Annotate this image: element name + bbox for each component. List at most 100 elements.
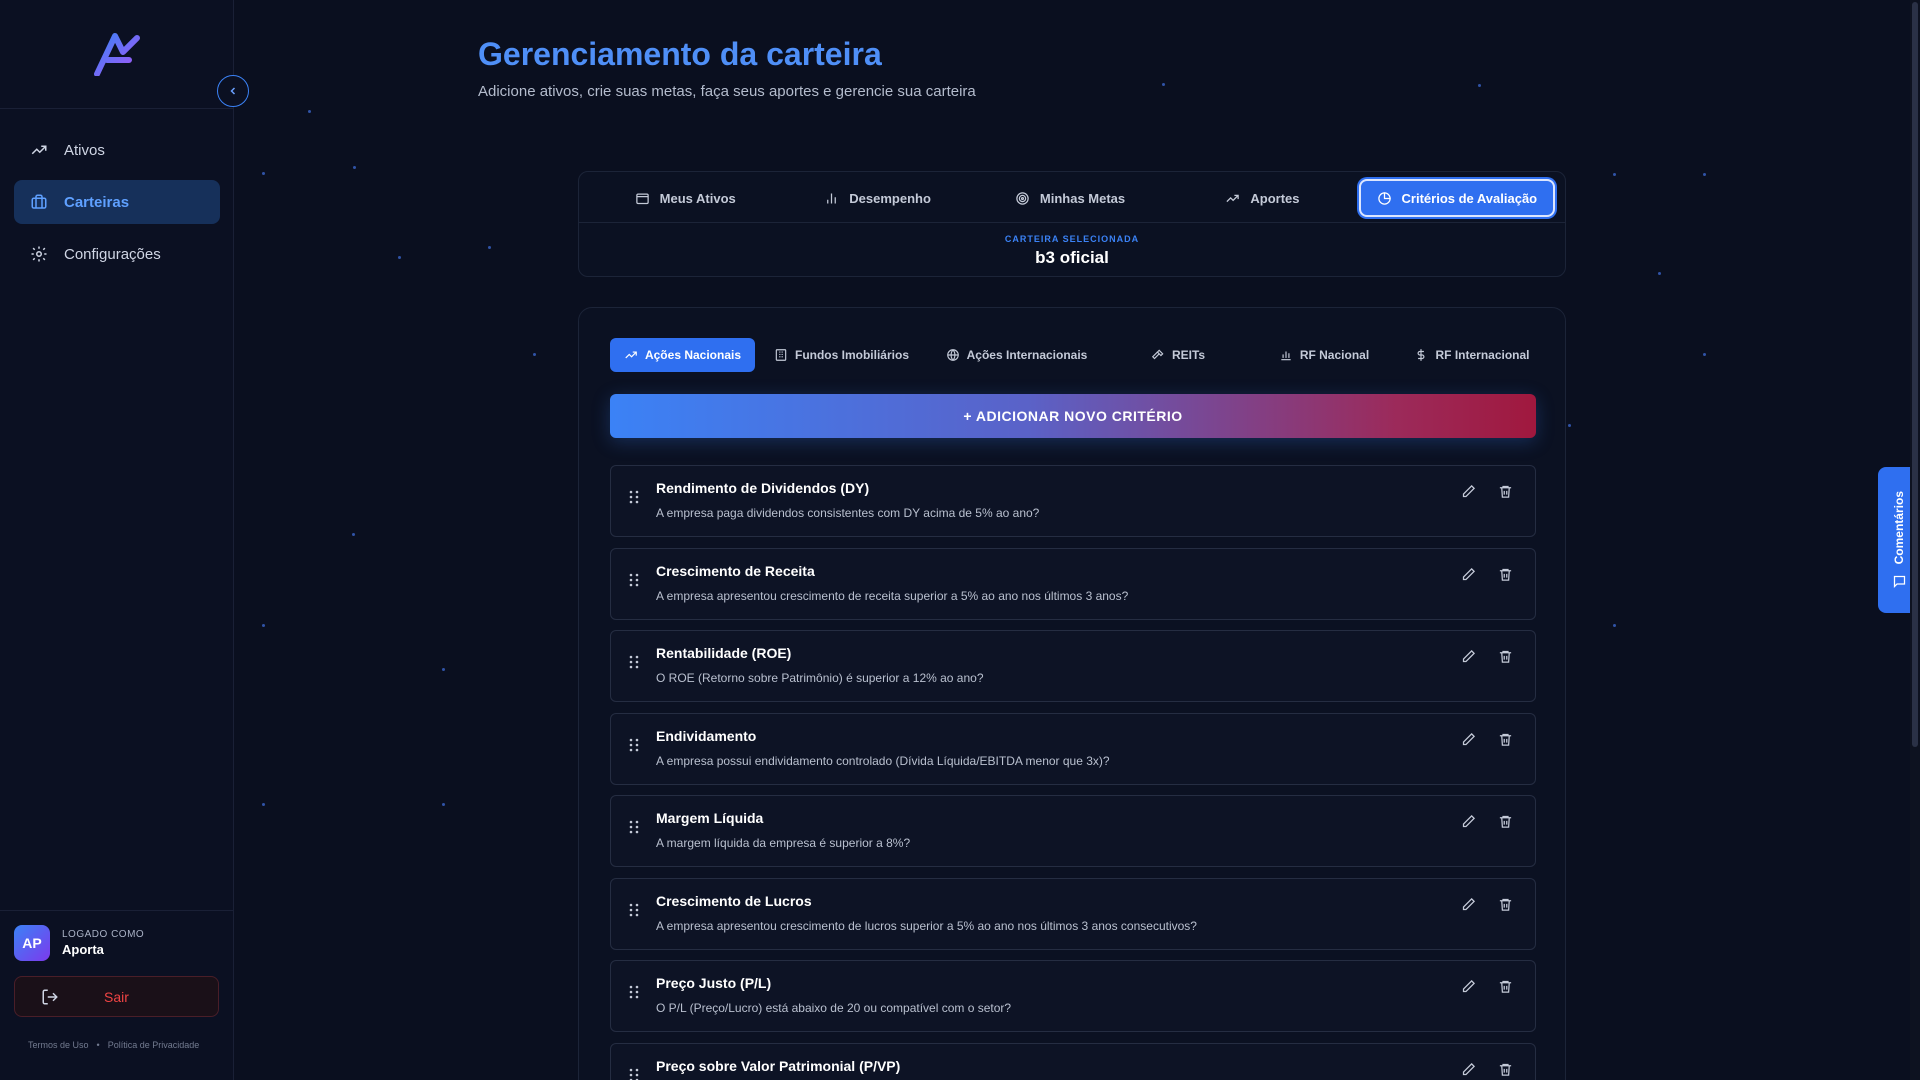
main-tabs: Meus Ativos Desempenho Minhas Metas Apor… xyxy=(589,179,1556,217)
drag-handle-icon[interactable] xyxy=(629,985,639,999)
criterion-title: Crescimento de Receita xyxy=(656,562,815,579)
footer-links: Termos de Uso • Política de Privacidade xyxy=(28,1040,199,1050)
tab-fundos-imobiliarios[interactable]: Fundos Imobiliários xyxy=(755,338,928,372)
collapse-sidebar-button[interactable] xyxy=(217,75,249,107)
page-title: Gerenciamento da carteira xyxy=(478,36,882,72)
selected-portfolio-name: b3 oficial xyxy=(1035,248,1109,267)
edit-icon[interactable] xyxy=(1461,649,1476,664)
criterion-actions xyxy=(1461,732,1513,747)
sidebar-nav: Ativos Carteiras Configurações xyxy=(14,128,220,284)
trending-up-icon xyxy=(625,351,637,359)
tab-rf-nacional[interactable]: RF Nacional xyxy=(1251,338,1397,372)
page-scrollbar[interactable] xyxy=(1910,0,1920,1080)
add-criterion-button[interactable]: + ADICIONAR NOVO CRITÉRIO xyxy=(610,394,1536,438)
drag-handle-icon[interactable] xyxy=(629,655,639,669)
trash-icon[interactable] xyxy=(1498,732,1513,747)
criterion-description: A empresa possui endividamento controlad… xyxy=(656,753,1110,768)
app-logo[interactable] xyxy=(93,32,141,76)
edit-icon[interactable] xyxy=(1461,814,1476,829)
sidebar-item-carteiras[interactable]: Carteiras xyxy=(14,180,220,224)
dollar-icon xyxy=(1418,349,1425,361)
edit-icon[interactable] xyxy=(1461,897,1476,912)
terms-link[interactable]: Termos de Uso xyxy=(28,1040,89,1050)
portfolio-tabs-card: Meus Ativos Desempenho Minhas Metas Apor… xyxy=(578,171,1566,277)
criteria-list: Rendimento de Dividendos (DY) A empresa … xyxy=(610,465,1536,1080)
criterion-actions xyxy=(1461,814,1513,829)
tab-reits[interactable]: REITs xyxy=(1105,338,1251,372)
criterion-actions xyxy=(1461,897,1513,912)
criteria-card: Ações Nacionais Fundos Imobiliários Açõe… xyxy=(578,307,1566,1080)
drag-handle-icon[interactable] xyxy=(629,820,639,834)
tab-label: Minhas Metas xyxy=(1039,190,1126,206)
criterion-title: Rentabilidade (ROE) xyxy=(656,645,792,661)
tab-label: RF Internacional xyxy=(1435,348,1530,362)
tab-label: Meus Ativos xyxy=(659,190,736,206)
criterion-description: O P/L (Preço/Lucro) está abaixo de 20 ou… xyxy=(656,1001,1012,1015)
tab-aportes[interactable]: Aportes xyxy=(1166,179,1358,217)
sidebar-item-ativos[interactable]: Ativos xyxy=(14,128,220,172)
tab-label: Desempenho xyxy=(849,190,931,206)
criterion-description: A empresa apresentou crescimento de rece… xyxy=(656,588,1129,603)
privacy-link[interactable]: Política de Privacidade xyxy=(108,1040,200,1050)
edit-icon[interactable] xyxy=(1461,567,1476,582)
tab-acoes-nacionais[interactable]: Ações Nacionais xyxy=(610,338,755,372)
criterion-item: Crescimento de Receita A empresa apresen… xyxy=(610,547,1536,620)
sidebar-item-label: Carteiras xyxy=(64,193,130,211)
tab-minhas-metas[interactable]: Minhas Metas xyxy=(974,179,1166,217)
message-icon xyxy=(1893,576,1905,589)
trash-icon[interactable] xyxy=(1498,649,1513,664)
criterion-actions xyxy=(1461,1062,1513,1077)
wallet-icon xyxy=(635,193,649,204)
trash-icon[interactable] xyxy=(1498,567,1513,582)
drag-handle-icon[interactable] xyxy=(629,573,639,587)
trending-up-icon xyxy=(1226,194,1240,202)
user-caption: LOGADO COMO xyxy=(62,929,145,940)
criterion-title: Crescimento de Lucros xyxy=(656,892,812,909)
drag-handle-icon[interactable] xyxy=(629,903,639,917)
tab-rf-internacional[interactable]: RF Internacional xyxy=(1397,338,1547,372)
sidebar-item-configuracoes[interactable]: Configurações xyxy=(14,232,220,276)
sidebar: Ativos Carteiras Configurações AP LOGADO… xyxy=(0,0,234,1080)
trash-icon[interactable] xyxy=(1498,484,1513,499)
trash-icon[interactable] xyxy=(1498,897,1513,912)
globe-icon xyxy=(946,349,959,361)
chevron-left-icon xyxy=(230,87,236,95)
tab-desempenho[interactable]: Desempenho xyxy=(781,179,973,217)
criterion-description: A empresa apresentou crescimento de lucr… xyxy=(656,918,1197,933)
category-tabs: Ações Nacionais Fundos Imobiliários Açõe… xyxy=(610,338,1547,372)
bar-chart-icon xyxy=(827,193,837,203)
criterion-title: Endividamento xyxy=(656,727,757,744)
drag-handle-icon[interactable] xyxy=(629,1068,639,1080)
tab-meus-ativos[interactable]: Meus Ativos xyxy=(589,179,781,217)
criterion-title: Preço sobre Valor Patrimonial (P/VP) xyxy=(656,1057,901,1074)
criterion-item: Preço sobre Valor Patrimonial (P/VP) xyxy=(610,1042,1536,1080)
criterion-actions xyxy=(1461,484,1513,499)
criterion-item: Endividamento A empresa possui endividam… xyxy=(610,712,1536,785)
criterion-item: Rendimento de Dividendos (DY) A empresa … xyxy=(610,465,1536,537)
sidebar-item-label: Configurações xyxy=(64,245,161,263)
edit-icon[interactable] xyxy=(1461,1062,1476,1077)
footer-separator: • xyxy=(96,1040,100,1050)
tab-acoes-internacionais[interactable]: Ações Internacionais xyxy=(928,338,1105,372)
hammer-icon xyxy=(1151,349,1164,360)
sidebar-divider xyxy=(0,108,233,109)
edit-icon[interactable] xyxy=(1461,979,1476,994)
scrollbar-thumb[interactable] xyxy=(1912,2,1918,747)
tabs-divider xyxy=(579,222,1565,223)
trash-icon[interactable] xyxy=(1498,814,1513,829)
edit-icon[interactable] xyxy=(1461,732,1476,747)
tab-criterios-avaliacao[interactable]: Critérios de Avaliação xyxy=(1358,179,1556,217)
tab-label: RF Nacional xyxy=(1299,348,1370,362)
trash-icon[interactable] xyxy=(1498,979,1513,994)
drag-handle-icon[interactable] xyxy=(629,738,639,752)
drag-handle-icon[interactable] xyxy=(629,490,639,504)
logout-button[interactable]: Sair xyxy=(14,976,219,1017)
tab-label: Aportes xyxy=(1250,190,1300,206)
criterion-description: O ROE (Retorno sobre Patrimônio) é super… xyxy=(656,671,984,685)
tab-label: Ações Nacionais xyxy=(644,348,742,362)
edit-icon[interactable] xyxy=(1461,484,1476,499)
trash-icon[interactable] xyxy=(1498,1062,1513,1077)
criterion-title: Margem Líquida xyxy=(656,810,764,826)
target-icon xyxy=(1016,191,1029,205)
criterion-item: Margem Líquida A margem líquida da empre… xyxy=(610,795,1536,867)
